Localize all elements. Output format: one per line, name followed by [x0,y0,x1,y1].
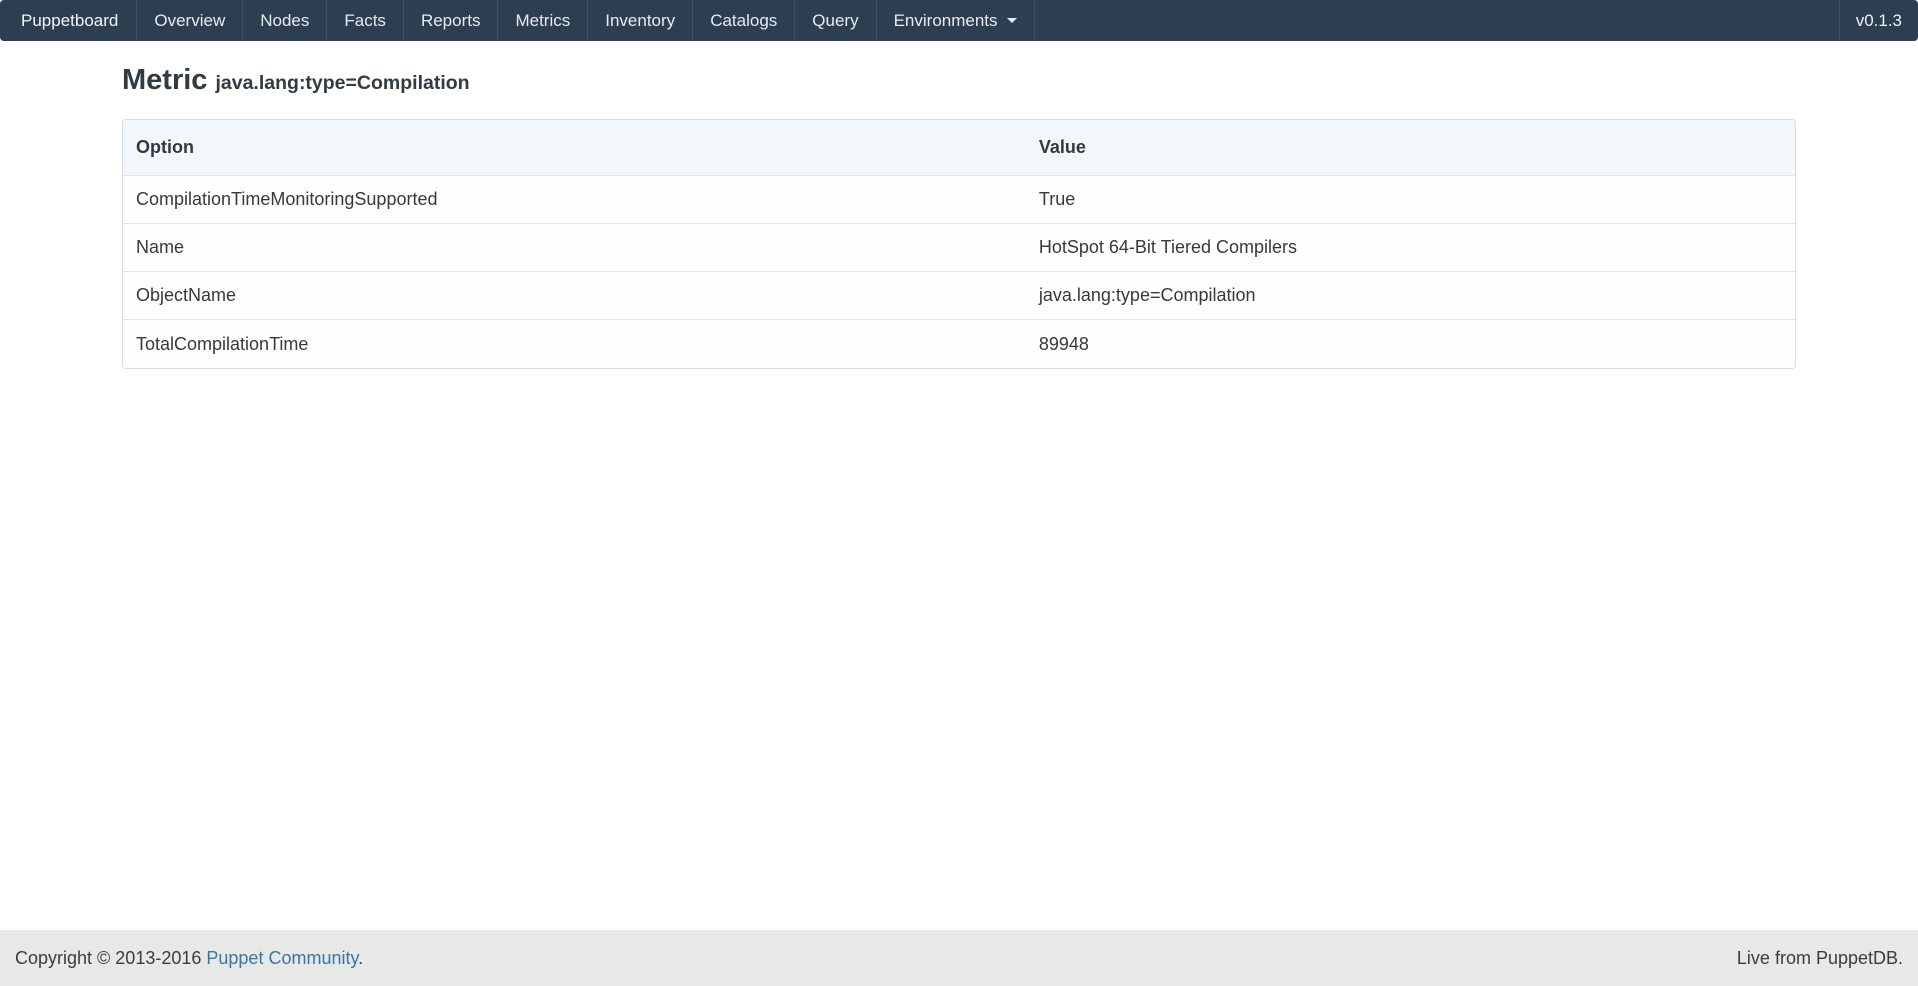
brand-puppetboard[interactable]: Puppetboard [0,0,137,41]
table-row: CompilationTimeMonitoringSupported True [123,176,1795,224]
nav-dropdown-environments[interactable]: Environments [877,0,1035,41]
value-cell: HotSpot 64-Bit Tiered Compilers [1026,224,1795,272]
page-title-text: Metric [122,64,207,96]
puppetdb-status-text: Live from PuppetDB. [1737,948,1903,969]
navbar-spacer [1035,0,1839,41]
option-cell: ObjectName [123,272,1026,320]
column-header-value: Value [1026,120,1795,176]
caret-down-icon [1007,18,1017,23]
copyright-suffix: . [358,948,363,968]
column-header-option: Option [123,120,1026,176]
puppet-community-link[interactable]: Puppet Community [206,948,358,968]
option-cell: TotalCompilationTime [123,320,1026,368]
copyright-prefix: Copyright © 2013-2016 [15,948,206,968]
table-row: ObjectName java.lang:type=Compilation [123,272,1795,320]
nav-item-metrics[interactable]: Metrics [498,0,588,41]
value-cell: java.lang:type=Compilation [1026,272,1795,320]
version-label: v0.1.3 [1839,0,1918,41]
copyright-text: Copyright © 2013-2016 Puppet Community. [15,948,363,969]
option-cell: Name [123,224,1026,272]
nav-item-catalogs[interactable]: Catalogs [693,0,795,41]
environments-label: Environments [894,11,998,31]
metric-table-container: Option Value CompilationTimeMonitoringSu… [122,119,1796,369]
nav-item-nodes[interactable]: Nodes [243,0,327,41]
nav-item-query[interactable]: Query [795,0,876,41]
nav-item-facts[interactable]: Facts [327,0,404,41]
option-cell: CompilationTimeMonitoringSupported [123,176,1026,224]
nav-items: Overview Nodes Facts Reports Metrics Inv… [137,0,1034,41]
page-footer: Copyright © 2013-2016 Puppet Community. … [0,930,1918,986]
table-row: Name HotSpot 64-Bit Tiered Compilers [123,224,1795,272]
value-cell: True [1026,176,1795,224]
table-row: TotalCompilationTime 89948 [123,320,1795,368]
nav-item-overview[interactable]: Overview [137,0,243,41]
page-subtitle: java.lang:type=Compilation [215,72,469,94]
nav-item-reports[interactable]: Reports [404,0,499,41]
nav-item-inventory[interactable]: Inventory [588,0,693,41]
top-navbar: Puppetboard Overview Nodes Facts Reports… [0,0,1918,41]
table-header-row: Option Value [123,120,1795,176]
value-cell: 89948 [1026,320,1795,368]
main-content: Metric java.lang:type=Compilation Option… [0,41,1918,930]
metric-table: Option Value CompilationTimeMonitoringSu… [123,120,1795,368]
page-title: Metric java.lang:type=Compilation [122,65,1796,97]
